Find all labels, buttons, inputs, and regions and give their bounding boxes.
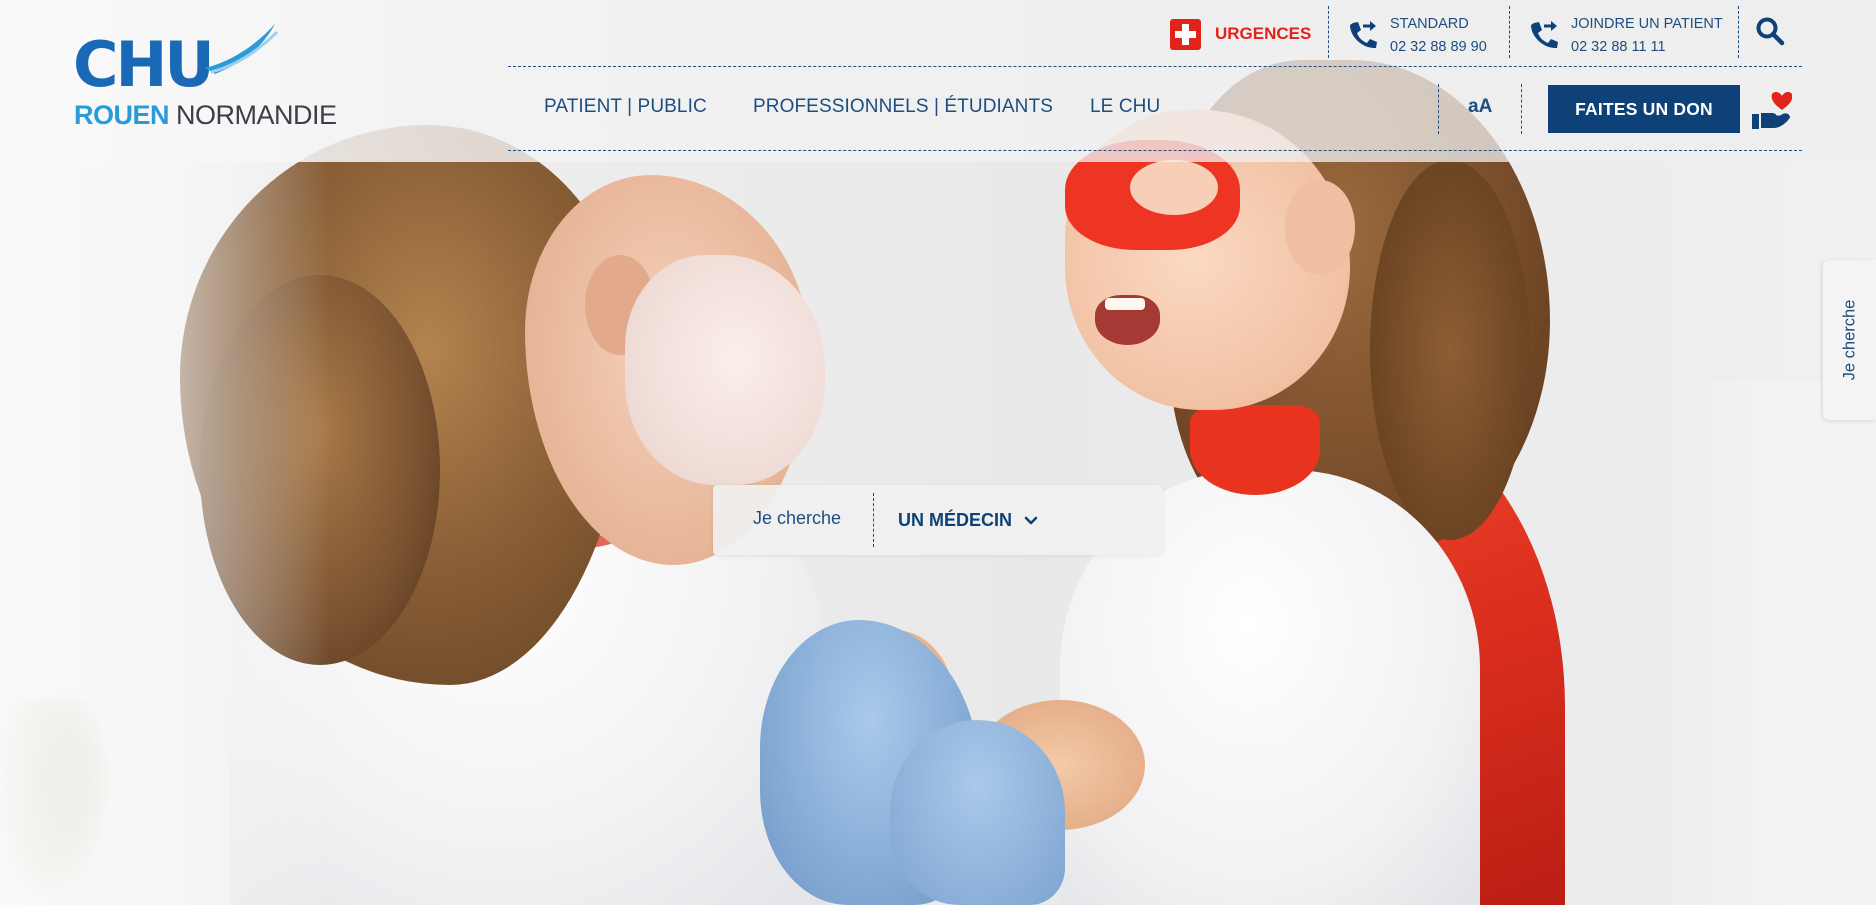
divider	[1328, 6, 1329, 58]
joindre-title: JOINDRE UN PATIENT	[1571, 16, 1723, 32]
divider	[508, 66, 1802, 67]
doctor-glove	[890, 720, 1065, 905]
girl-braid	[1370, 160, 1530, 540]
urgences-link[interactable]: URGENCES	[1170, 18, 1311, 50]
nav-professionnels-etudiants[interactable]: PROFESSIONNELS | ÉTUDIANTS	[753, 96, 1053, 118]
divider	[873, 493, 874, 547]
phone-forward-icon	[1350, 21, 1377, 49]
divider	[508, 150, 1802, 151]
finder-select[interactable]: UN MÉDECIN	[898, 510, 1038, 531]
standard-contact[interactable]: STANDARD 02 32 88 89 90	[1346, 13, 1487, 59]
side-search-tab[interactable]: Je cherche	[1823, 260, 1876, 420]
joindre-text: JOINDRE UN PATIENT 02 32 88 11 11	[1571, 13, 1723, 59]
urgences-label: URGENCES	[1215, 24, 1312, 43]
donate-button[interactable]: FAITES UN DON	[1548, 85, 1740, 133]
standard-title: STANDARD	[1390, 16, 1469, 32]
site-header: CHU ROUEN NORMANDIE URGENCES STANDARD 02…	[0, 0, 1876, 162]
logo-region: NORMANDIE	[176, 100, 337, 130]
joindre-patient-contact[interactable]: JOINDRE UN PATIENT 02 32 88 11 11	[1527, 13, 1723, 59]
divider	[1438, 84, 1439, 134]
logo-city: ROUEN	[74, 100, 170, 130]
divider	[1509, 6, 1510, 58]
joindre-phone: 02 32 88 11 11	[1571, 39, 1666, 55]
divider	[1521, 84, 1522, 134]
background-wash	[1676, 380, 1876, 905]
standard-phone: 02 32 88 89 90	[1390, 39, 1487, 55]
nav-le-chu[interactable]: LE CHU	[1090, 96, 1160, 118]
site-logo[interactable]: CHU ROUEN NORMANDIE	[73, 22, 337, 130]
text-size-toggle[interactable]: aA	[1468, 96, 1492, 118]
girl-teeth	[1105, 298, 1145, 310]
girl-collar	[1190, 405, 1320, 495]
search-finder: Je cherche UN MÉDECIN	[713, 485, 1163, 555]
logo-subtitle: ROUEN NORMANDIE	[74, 100, 337, 130]
search-icon[interactable]	[1755, 16, 1785, 46]
phone-forward-icon	[1531, 21, 1558, 49]
logo-main-text: CHU	[73, 28, 215, 101]
nav-patient-public[interactable]: PATIENT | PUBLIC	[544, 96, 707, 118]
girl-ear	[1285, 180, 1355, 275]
doctor-mask	[625, 255, 825, 485]
heart-hand-icon[interactable]	[1750, 88, 1792, 130]
girl-eye	[1130, 160, 1218, 215]
side-tab-label: Je cherche	[1840, 299, 1858, 381]
chevron-down-icon	[1024, 516, 1038, 524]
finder-selected-value: UN MÉDECIN	[898, 510, 1013, 530]
medical-cross-icon	[1170, 18, 1201, 50]
finder-label: Je cherche	[753, 508, 842, 528]
divider	[1738, 6, 1739, 58]
standard-text: STANDARD 02 32 88 89 90	[1390, 13, 1487, 59]
logo-swoosh-icon	[205, 24, 279, 74]
